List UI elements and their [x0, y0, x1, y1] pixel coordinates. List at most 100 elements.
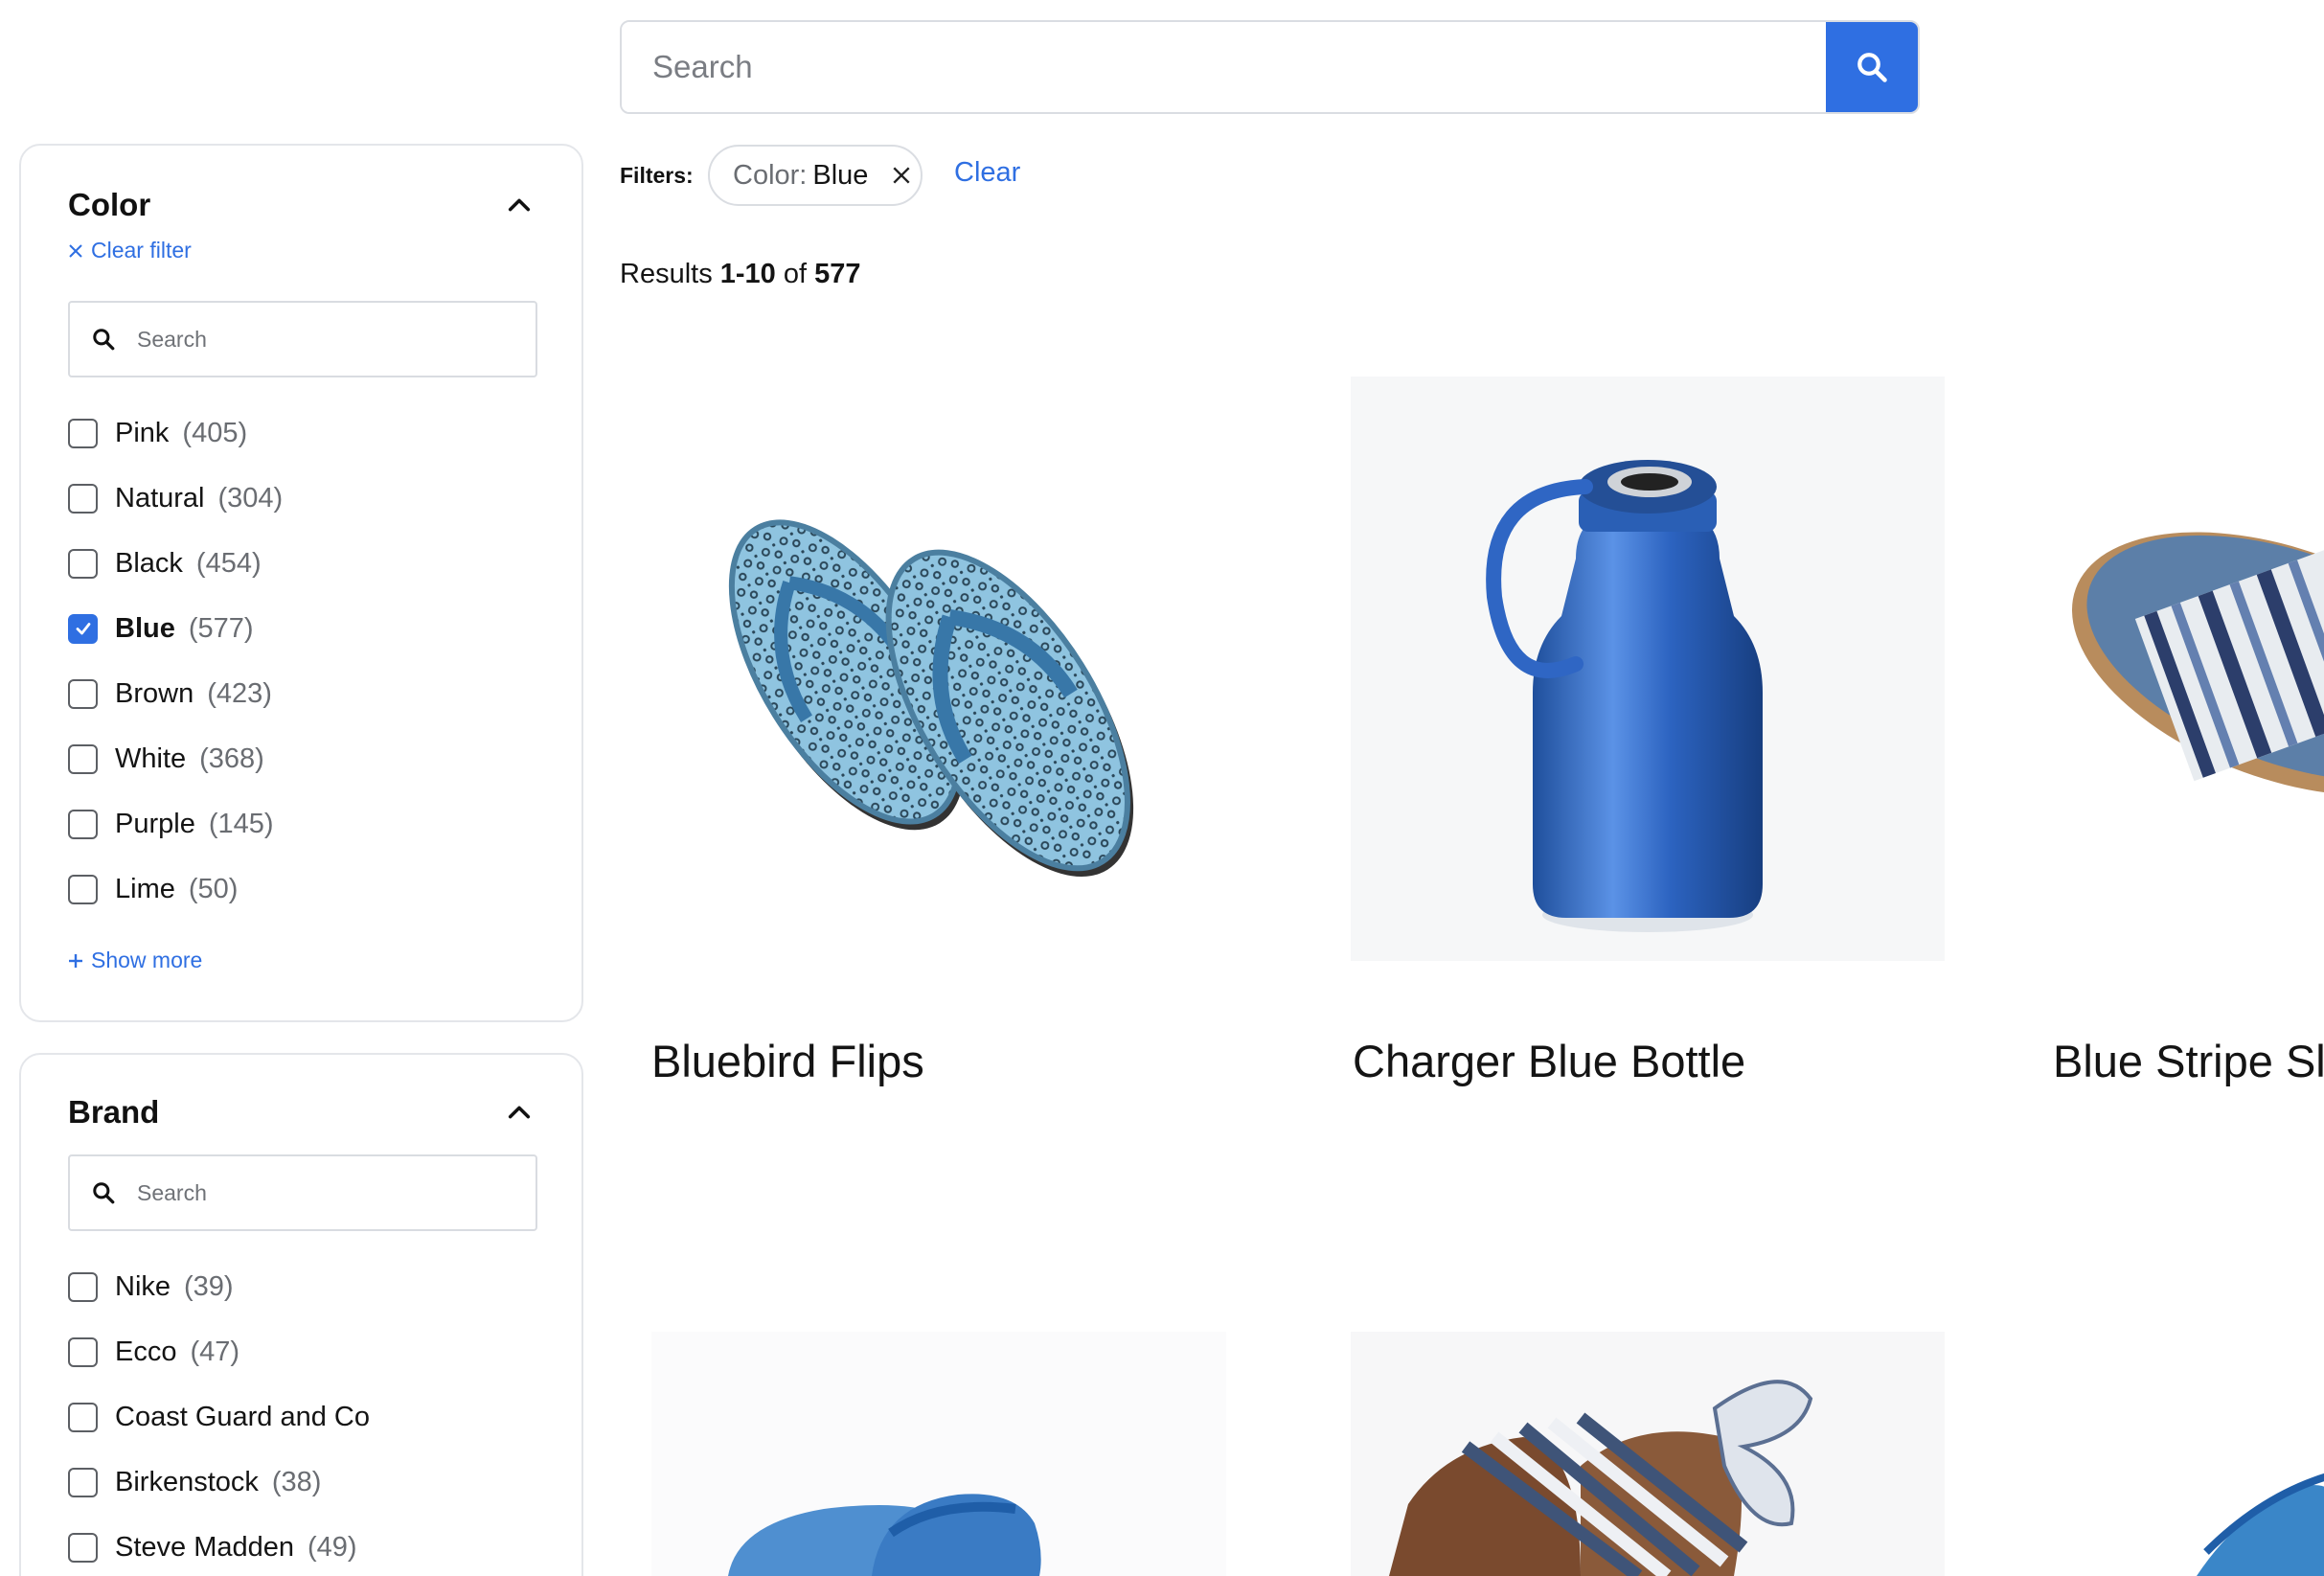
option-label: Ecco: [115, 1336, 177, 1367]
color-search-input[interactable]: [137, 326, 482, 353]
show-more-colors[interactable]: Show more: [68, 948, 202, 973]
checkbox[interactable]: [68, 743, 98, 774]
product-title[interactable]: Blue Stripe Sli: [2053, 1035, 2324, 1087]
chevron-up-icon: [508, 1106, 531, 1119]
checkbox[interactable]: [68, 1336, 98, 1367]
option-label: Blue: [115, 612, 175, 644]
checkbox[interactable]: [68, 1271, 98, 1302]
clear-filter-label: Clear filter: [91, 238, 192, 263]
results-count: Results 1-10 of 577: [620, 259, 861, 290]
filters-label: Filters:: [620, 163, 694, 188]
checkbox[interactable]: [68, 1532, 98, 1563]
brand-option-birkenstock[interactable]: Birkenstock (38): [68, 1450, 543, 1515]
option-count: (304): [217, 482, 284, 514]
brand-option-nike[interactable]: Nike (39): [68, 1254, 543, 1319]
main-search-input[interactable]: [622, 22, 1826, 112]
option-count: (368): [199, 742, 264, 774]
option-label: Birkenstock: [115, 1466, 259, 1497]
product-image[interactable]: [2053, 377, 2324, 961]
checkbox[interactable]: [68, 483, 98, 514]
option-count: (39): [184, 1270, 234, 1302]
option-count: (454): [195, 547, 262, 579]
option-label: Natural: [115, 482, 205, 514]
option-count: (423): [207, 677, 272, 709]
results-range: 1-10: [719, 259, 776, 289]
color-facet: Color Clear filter Pink: [19, 144, 583, 1022]
color-facet-title: Color: [68, 187, 151, 222]
option-label: Lime: [115, 873, 175, 904]
option-count: (47): [190, 1336, 240, 1367]
color-option-blue[interactable]: Blue (577): [68, 596, 543, 661]
color-option-black[interactable]: Black (454): [68, 531, 543, 596]
results-prefix: Results: [620, 259, 713, 289]
checkbox[interactable]: [68, 678, 98, 709]
brand-options: Nike (39) Ecco (47) Coast Guard and Co B…: [68, 1254, 543, 1576]
color-options: Pink (405) Natural (304) Black (454) Blu…: [68, 400, 543, 922]
option-label: White: [115, 742, 187, 774]
option-label: Pink: [115, 417, 170, 448]
search-icon: [1857, 53, 1887, 82]
search-button[interactable]: [1826, 22, 1918, 112]
checkmark-icon: [76, 623, 90, 635]
product-image[interactable]: [1351, 377, 1945, 961]
brand-option-steve-madden[interactable]: Steve Madden (49): [68, 1515, 543, 1576]
option-label: Black: [115, 547, 183, 579]
show-more-label: Show more: [91, 948, 203, 972]
main-search-bar: [620, 20, 1920, 114]
color-option-purple[interactable]: Purple (145): [68, 791, 543, 857]
option-count: (145): [208, 808, 274, 839]
color-search-field: [68, 301, 537, 377]
option-label: Coast Guard and Co: [115, 1401, 370, 1432]
collapse-color-button[interactable]: [503, 189, 535, 221]
chevron-up-icon: [508, 198, 531, 212]
color-option-natural[interactable]: Natural (304): [68, 466, 543, 531]
search-icon: [93, 329, 115, 351]
checkbox[interactable]: [68, 548, 98, 579]
product-title[interactable]: Charger Blue Bottle: [1353, 1035, 1745, 1087]
collapse-brand-button[interactable]: [503, 1096, 535, 1129]
product-title[interactable]: Bluebird Flips: [651, 1035, 924, 1087]
clear-color-filter[interactable]: Clear filter: [68, 238, 192, 263]
remove-filter-button[interactable]: [891, 165, 912, 186]
brand-facet: Brand Nike (39) Ecco (47): [19, 1053, 583, 1576]
close-icon: [893, 167, 910, 184]
checkbox[interactable]: [68, 418, 98, 448]
chip-key: Color:: [733, 159, 808, 191]
product-listing-page: Color Clear filter Pink: [0, 0, 2324, 1576]
color-option-lime[interactable]: Lime (50): [68, 857, 543, 922]
color-option-brown[interactable]: Brown (423): [68, 661, 543, 726]
color-facet-header: Color: [68, 184, 535, 226]
option-count: (50): [188, 873, 239, 904]
brand-facet-header: Brand: [68, 1091, 535, 1133]
brand-facet-title: Brand: [68, 1094, 160, 1130]
product-image[interactable]: [1351, 1332, 1945, 1576]
option-count: (405): [182, 417, 248, 448]
option-label: Steve Madden: [115, 1531, 295, 1563]
checkbox[interactable]: [68, 809, 98, 839]
option-count: (49): [308, 1531, 357, 1563]
clear-filters-link[interactable]: Clear: [954, 157, 1020, 189]
option-label: Purple: [115, 808, 195, 839]
option-count: (38): [271, 1466, 322, 1497]
water-bottle-image: [1486, 460, 1763, 932]
striped-slides-image: [2072, 532, 2324, 796]
brand-search-input[interactable]: [137, 1179, 482, 1206]
brand-search-field: [68, 1154, 537, 1231]
product-image[interactable]: [620, 377, 1214, 961]
color-option-white[interactable]: White (368): [68, 726, 543, 791]
checkbox[interactable]: [68, 874, 98, 904]
brand-option-coast-guard[interactable]: Coast Guard and Co: [68, 1384, 543, 1450]
active-filter-chip: Color: Blue: [708, 145, 923, 206]
color-option-pink[interactable]: Pink (405): [68, 400, 543, 466]
brand-option-ecco[interactable]: Ecco (47): [68, 1319, 543, 1384]
product-image[interactable]: [651, 1332, 1226, 1576]
checkbox-checked[interactable]: [68, 613, 98, 644]
checkbox[interactable]: [68, 1402, 98, 1432]
flip-flops-image: [728, 519, 1134, 877]
results-total: 577: [814, 259, 861, 289]
sandal-image: [2197, 1473, 2324, 1576]
product-image[interactable]: [2053, 1332, 2324, 1576]
results-of: of: [783, 259, 808, 289]
chip-value: Blue: [812, 159, 869, 191]
checkbox[interactable]: [68, 1467, 98, 1497]
